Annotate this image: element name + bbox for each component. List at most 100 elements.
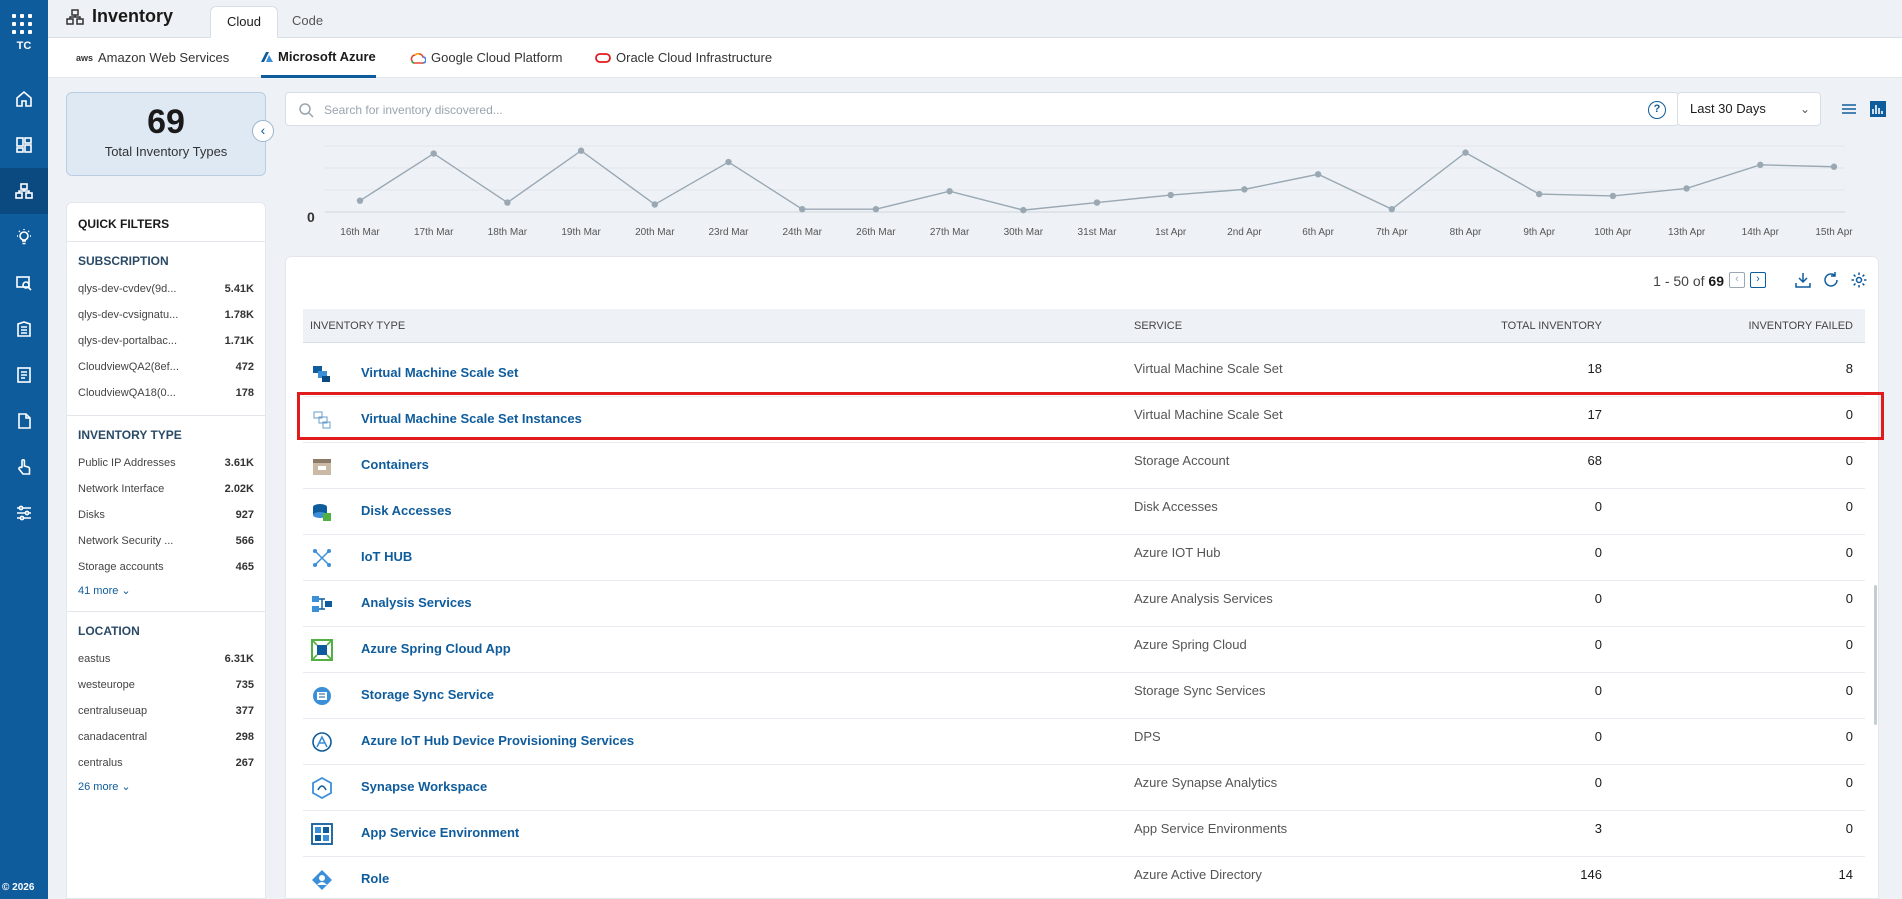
col-total-inventory[interactable]: TOTAL INVENTORY xyxy=(1501,320,1602,332)
table-row[interactable]: Role Azure Active Directory 146 14 xyxy=(303,857,1865,899)
tab-gcp[interactable]: Google Cloud Platform xyxy=(410,38,563,78)
inventory-failed-cell[interactable]: 0 xyxy=(1846,775,1853,790)
inventory-failed-cell[interactable]: 8 xyxy=(1846,361,1853,376)
filter-item[interactable]: qlys-dev-cvdev(9d... 5.41K xyxy=(67,276,265,302)
location-more-link[interactable]: 26 more ⌄ xyxy=(67,776,265,807)
inventory-failed-cell[interactable]: 0 xyxy=(1846,407,1853,422)
document-icon[interactable] xyxy=(0,398,48,444)
filter-item[interactable]: westeurope 735 xyxy=(67,672,265,698)
user-initials[interactable]: TC xyxy=(0,40,48,52)
tab-oracle[interactable]: Oracle Cloud Infrastructure xyxy=(595,38,772,78)
inventory-failed-cell[interactable]: 0 xyxy=(1846,591,1853,606)
inventory-type-link[interactable]: App Service Environment xyxy=(361,825,519,840)
touch-hand-icon[interactable] xyxy=(0,444,48,490)
inventory-failed-cell[interactable]: 0 xyxy=(1846,453,1853,468)
prev-page-button[interactable]: ‹ xyxy=(1729,272,1745,288)
table-row[interactable]: Disk Accesses Disk Accesses 0 0 xyxy=(303,489,1865,535)
reports-icon[interactable] xyxy=(0,352,48,398)
table-row[interactable]: Synapse Workspace Azure Synapse Analytics… xyxy=(303,765,1865,811)
inventory-icon[interactable] xyxy=(0,168,48,214)
inventory-failed-cell[interactable]: 0 xyxy=(1846,821,1853,836)
total-inventory-cell[interactable]: 68 xyxy=(1588,453,1602,468)
inventory-type-link[interactable]: Role xyxy=(361,871,389,886)
inventory-type-link[interactable]: Analysis Services xyxy=(361,595,472,610)
table-row[interactable]: App Service Environment App Service Envir… xyxy=(303,811,1865,857)
download-icon[interactable] xyxy=(1794,271,1812,289)
total-inventory-cell[interactable]: 0 xyxy=(1595,545,1602,560)
filter-item[interactable]: qlys-dev-cvsignatu... 1.78K xyxy=(67,302,265,328)
gear-icon[interactable] xyxy=(1850,271,1868,289)
inventory-failed-cell[interactable]: 0 xyxy=(1846,637,1853,652)
chart-view-icon[interactable] xyxy=(1869,100,1887,118)
filter-item[interactable]: Storage accounts 465 xyxy=(67,554,265,580)
table-row[interactable]: Analysis Services Azure Analysis Services… xyxy=(303,581,1865,627)
total-inventory-cell[interactable]: 0 xyxy=(1595,637,1602,652)
inventory-failed-cell[interactable]: 0 xyxy=(1846,729,1853,744)
col-inventory-failed[interactable]: INVENTORY FAILED xyxy=(1748,320,1853,332)
total-inventory-cell[interactable]: 0 xyxy=(1595,591,1602,606)
policy-building-icon[interactable] xyxy=(0,306,48,352)
search-input[interactable] xyxy=(324,99,1574,121)
filter-item[interactable]: Network Interface 2.02K xyxy=(67,476,265,502)
refresh-icon[interactable] xyxy=(1822,271,1840,289)
filter-item[interactable]: canadacentral 298 xyxy=(67,724,265,750)
total-inventory-cell[interactable]: 146 xyxy=(1580,867,1602,882)
inventory-type-link[interactable]: Disk Accesses xyxy=(361,503,452,518)
inventory-type-more-link[interactable]: 41 more ⌄ xyxy=(67,580,265,612)
inventory-failed-cell[interactable]: 14 xyxy=(1839,867,1853,882)
inventory-type-link[interactable]: Synapse Workspace xyxy=(361,779,487,794)
filter-item[interactable]: Public IP Addresses 3.61K xyxy=(67,450,265,476)
inventory-type-link[interactable]: Storage Sync Service xyxy=(361,687,494,702)
total-inventory-cell[interactable]: 0 xyxy=(1595,775,1602,790)
table-row[interactable]: Containers Storage Account 68 0 xyxy=(303,443,1865,489)
col-inventory-type[interactable]: INVENTORY TYPE xyxy=(310,320,405,332)
date-range-select[interactable]: Last 30 Days ⌄ xyxy=(1677,92,1821,126)
inventory-type-link[interactable]: Azure IoT Hub Device Provisioning Servic… xyxy=(361,733,634,748)
inventory-type-link[interactable]: IoT HUB xyxy=(361,549,412,564)
insights-bulb-icon[interactable] xyxy=(0,214,48,260)
filter-item[interactable]: CloudviewQA2(8ef... 472 xyxy=(67,354,265,380)
table-row[interactable]: Virtual Machine Scale Set Instances Virtu… xyxy=(303,397,1865,443)
total-inventory-cell[interactable]: 0 xyxy=(1595,729,1602,744)
inventory-failed-cell[interactable]: 0 xyxy=(1846,683,1853,698)
inventory-failed-cell[interactable]: 0 xyxy=(1846,499,1853,514)
help-icon[interactable]: ? xyxy=(1648,101,1666,119)
search-report-icon[interactable] xyxy=(0,260,48,306)
next-page-button[interactable]: › xyxy=(1750,272,1766,288)
inventory-type-link[interactable]: Virtual Machine Scale Set xyxy=(361,365,518,380)
table-row[interactable]: Azure Spring Cloud App Azure Spring Cloud… xyxy=(303,627,1865,673)
dashboard-icon[interactable] xyxy=(0,122,48,168)
total-inventory-cell[interactable]: 0 xyxy=(1595,683,1602,698)
filter-item[interactable]: eastus 6.31K xyxy=(67,646,265,672)
inventory-failed-cell[interactable]: 0 xyxy=(1846,545,1853,560)
tab-aws[interactable]: aws Amazon Web Services xyxy=(76,38,229,78)
col-service[interactable]: SERVICE xyxy=(1134,320,1182,332)
table-scrollbar[interactable] xyxy=(1874,585,1877,725)
tab-azure[interactable]: Microsoft Azure xyxy=(261,38,376,78)
app-grid-icon[interactable] xyxy=(12,14,32,34)
table-row[interactable]: Azure IoT Hub Device Provisioning Servic… xyxy=(303,719,1865,765)
table-row[interactable]: IoT HUB Azure IOT Hub 0 0 xyxy=(303,535,1865,581)
inventory-type-link[interactable]: Azure Spring Cloud App xyxy=(361,641,511,656)
filter-item[interactable]: centralus 267 xyxy=(67,750,265,776)
filter-item[interactable]: CloudviewQA18(0... 178 xyxy=(67,380,265,406)
filter-item[interactable]: centraluseuap 377 xyxy=(67,698,265,724)
table-row[interactable]: Virtual Machine Scale Set Virtual Machine… xyxy=(303,351,1865,397)
collapse-panel-button[interactable]: ‹ xyxy=(252,120,274,142)
total-inventory-cell[interactable]: 3 xyxy=(1595,821,1602,836)
inventory-type-link[interactable]: Containers xyxy=(361,457,429,472)
inventory-type-link[interactable]: Virtual Machine Scale Set Instances xyxy=(361,411,582,426)
table-row[interactable]: Storage Sync Service Storage Sync Service… xyxy=(303,673,1865,719)
settings-sliders-icon[interactable] xyxy=(0,490,48,536)
filter-item[interactable]: Disks 927 xyxy=(67,502,265,528)
total-inventory-card[interactable]: 69 Total Inventory Types xyxy=(66,92,266,176)
tab-code[interactable]: Code xyxy=(276,6,339,38)
list-view-icon[interactable] xyxy=(1840,100,1858,118)
filter-item[interactable]: Network Security ... 566 xyxy=(67,528,265,554)
total-inventory-cell[interactable]: 18 xyxy=(1588,361,1602,376)
tab-cloud[interactable]: Cloud xyxy=(210,6,278,38)
home-icon[interactable] xyxy=(0,76,48,122)
total-inventory-cell[interactable]: 0 xyxy=(1595,499,1602,514)
filter-item[interactable]: qlys-dev-portalbac... 1.71K xyxy=(67,328,265,354)
total-inventory-cell[interactable]: 17 xyxy=(1588,407,1602,422)
